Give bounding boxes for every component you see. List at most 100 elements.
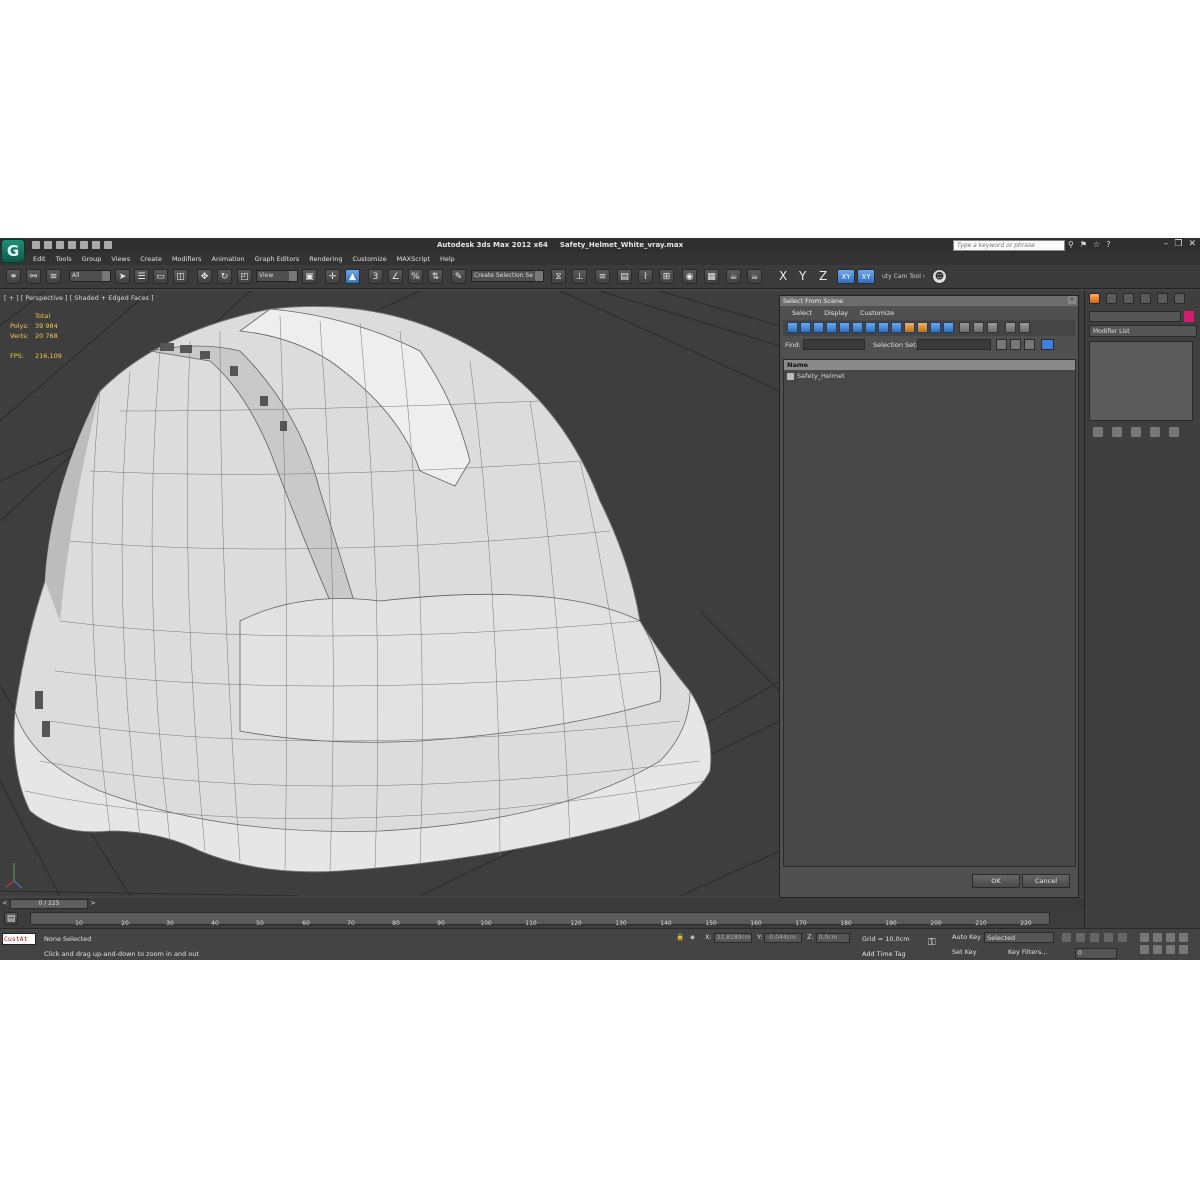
selection-set-edit-icon[interactable] [1024,339,1035,350]
qat-dropdown-icon[interactable] [104,241,112,249]
minimize-icon[interactable]: – [1164,239,1169,249]
key-filters-button[interactable]: Key Filters... [1008,948,1048,956]
zoom-all-icon[interactable] [1153,933,1162,942]
create-tab-icon[interactable] [1089,293,1100,304]
show-end-result-icon[interactable] [1112,427,1122,437]
go-to-end-icon[interactable] [1118,933,1127,942]
menu-graph-editors[interactable]: Graph Editors [255,255,300,263]
search-input[interactable]: Type a keyword or phrase [953,240,1065,251]
object-name-field[interactable] [1089,311,1181,322]
scale-icon[interactable]: ◰ [237,269,252,284]
display-shapes-icon[interactable] [800,322,811,333]
time-slider-thumb[interactable]: 0 / 225 [10,899,88,909]
previous-frame-icon[interactable] [1076,933,1085,942]
dialog-menu-display[interactable]: Display [824,309,848,318]
filter-options-icon[interactable] [1019,322,1030,333]
remove-modifier-icon[interactable] [1150,427,1160,437]
object-color-swatch[interactable] [1184,311,1194,322]
restore-icon[interactable]: ❐ [1174,239,1182,249]
display-geometry-icon[interactable] [787,322,798,333]
configure-modifier-sets-icon[interactable] [1169,427,1179,437]
column-header-name[interactable]: Name [784,360,1075,370]
axis-y-button[interactable]: Y [799,269,806,283]
menu-maxscript[interactable]: MAXScript [397,255,430,263]
help-icon[interactable]: ? [1106,240,1110,249]
spinner-snap-icon[interactable]: ⇅ [428,269,443,284]
render-setup-icon[interactable]: ▦ [704,269,719,284]
coord-x-field[interactable]: 22,8189cm [713,933,752,943]
angle-snap-icon[interactable]: ∠ [388,269,403,284]
sync-selection-icon[interactable] [1041,339,1054,350]
render-production-icon[interactable]: ☕ [747,269,762,284]
zoom-extents-all-icon[interactable] [1179,933,1188,942]
cam-tool-label[interactable]: uty Cam Tool › [882,273,925,280]
edit-named-selection-icon[interactable]: ✎ [451,269,466,284]
modifier-stack[interactable] [1089,341,1193,421]
dialog-menu-customize[interactable]: Customize [860,309,894,318]
cancel-button[interactable]: Cancel [1022,874,1070,888]
play-icon[interactable] [1090,933,1099,942]
filter-icon[interactable] [1005,322,1016,333]
viewport-label-menu[interactable]: [ + ] [ Perspective ] [ Shaded + Edged F… [4,294,154,302]
layer-manager-icon[interactable]: ≡ [595,269,610,284]
select-manipulate-icon[interactable]: ✛ [325,269,340,284]
display-hidden-icon[interactable] [930,322,941,333]
coord-y-field[interactable]: -0,044cm [764,933,803,943]
dialog-menu-select[interactable]: Select [792,309,812,318]
display-space-warps-icon[interactable] [852,322,863,333]
next-frame-icon[interactable] [1104,933,1113,942]
display-bones-icon[interactable] [891,322,902,333]
close-icon[interactable]: ✕ [1188,239,1196,249]
track-ruler[interactable]: 10 20 30 40 50 60 70 80 90 100 110 120 1… [30,912,1050,927]
axis-z-button[interactable]: Z [819,269,827,283]
named-selection-set-dropdown[interactable]: Create Selection Se [471,270,544,282]
time-slider[interactable]: < 0 / 225 > [0,898,1084,910]
axis-x-button[interactable]: X [779,269,787,283]
menu-modifiers[interactable]: Modifiers [172,255,202,263]
select-all-icon[interactable] [959,322,970,333]
save-file-icon[interactable] [56,241,64,249]
bind-space-warp-icon[interactable]: ≋ [46,269,61,284]
curve-editor-icon[interactable]: ⌇ [638,269,653,284]
menu-create[interactable]: Create [140,255,162,263]
link-icon[interactable]: ⚭ [6,269,21,284]
snaps-toggle-icon[interactable]: 3 [368,269,383,284]
subscription-icon[interactable]: ⚑ [1080,240,1087,249]
menu-animation[interactable]: Animation [212,255,245,263]
add-time-tag-button[interactable]: Add Time Tag [862,950,906,958]
unlink-icon[interactable]: ⚯ [26,269,41,284]
align-icon[interactable]: ⊥ [572,269,587,284]
new-file-icon[interactable] [32,241,40,249]
move-icon[interactable]: ✥ [197,269,212,284]
material-editor-icon[interactable]: ◉ [682,269,697,284]
binoculars-icon[interactable]: ⚲ [1068,240,1074,249]
track-bar[interactable]: ▤ 10 20 30 40 50 60 70 80 90 100 110 120… [0,910,1084,928]
open-file-icon[interactable] [44,241,52,249]
dialog-close-icon[interactable]: × [1068,296,1076,304]
menu-help[interactable]: Help [440,255,455,263]
axis-xy-cycle-button[interactable]: XY [857,269,875,284]
undo-icon[interactable] [68,241,76,249]
modifier-list-dropdown[interactable]: Modifier List [1089,325,1197,337]
time-prev-arrow[interactable]: < [2,899,8,907]
menu-rendering[interactable]: Rendering [309,255,342,263]
schematic-view-icon[interactable]: ⊞ [659,269,674,284]
go-to-start-icon[interactable] [1062,933,1071,942]
skull-tool-icon[interactable]: ☻ [932,269,947,284]
pan-icon[interactable] [1153,945,1162,954]
communication-icon[interactable]: ☆ [1093,240,1100,249]
orbit-icon[interactable] [1166,945,1175,954]
menu-tools[interactable]: Tools [56,255,72,263]
display-helpers-icon[interactable] [839,322,850,333]
display-frozen-icon[interactable] [917,322,928,333]
display-groups-icon[interactable] [865,322,876,333]
maxscript-listener-input[interactable]: CustAt [2,933,36,945]
zoom-extents-icon[interactable] [1166,933,1175,942]
auto-key-button[interactable]: Auto Key [952,933,981,941]
display-containers-icon[interactable] [904,322,915,333]
reference-coord-dropdown[interactable]: View [256,270,298,282]
list-item[interactable]: Safety_Helmet [784,370,1075,382]
lock-selection-icon[interactable]: 🔒 [676,933,684,941]
menu-edit[interactable]: Edit [33,255,46,263]
percent-snap-icon[interactable]: % [408,269,423,284]
